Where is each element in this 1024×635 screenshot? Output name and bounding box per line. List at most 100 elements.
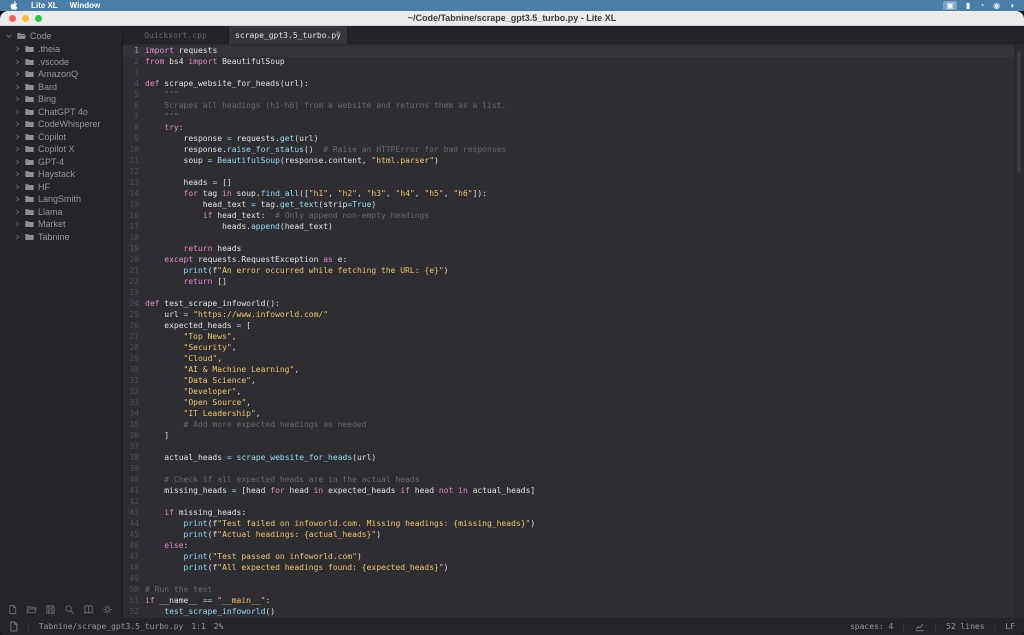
code-line[interactable]: 37: [123, 442, 1014, 453]
code-line[interactable]: 22 return []: [123, 277, 1014, 288]
code-line[interactable]: 4def scrape_website_for_heads(url):: [123, 79, 1014, 90]
tree-item-tabnine[interactable]: Tabnine: [0, 231, 122, 244]
code-line[interactable]: 45 print(f"Actual headings: {actual_head…: [123, 530, 1014, 541]
code-line[interactable]: 30 "AI & Machine Learning",: [123, 365, 1014, 376]
code-line[interactable]: 38 actual_heads = scrape_website_for_hea…: [123, 453, 1014, 464]
code-line[interactable]: 39: [123, 464, 1014, 475]
line-number: 32: [123, 387, 139, 398]
code-line[interactable]: 9 response = requests.get(url): [123, 134, 1014, 145]
clock-icon[interactable]: ◔: [979, 1, 984, 10]
tree-item-root[interactable]: Code: [0, 29, 122, 43]
close-button[interactable]: [9, 15, 16, 22]
tree-item-copilot[interactable]: Copilot: [0, 131, 122, 144]
code-line[interactable]: 41 missing_heads = [head for head in exp…: [123, 486, 1014, 497]
search-icon[interactable]: [64, 604, 75, 615]
new-file-icon[interactable]: [7, 604, 18, 615]
tree-item-haystack[interactable]: Haystack: [0, 168, 122, 181]
code-line[interactable]: 34 "IT Leadership",: [123, 409, 1014, 420]
control-center-icon[interactable]: ◑: [1009, 1, 1014, 10]
code-line[interactable]: 1import requests: [123, 46, 1014, 57]
tree-item--vscode[interactable]: .vscode: [0, 56, 122, 69]
code-line[interactable]: 29 "Cloud",: [123, 354, 1014, 365]
statusbar-indent-mode[interactable]: spaces: 4: [850, 622, 893, 631]
siri-icon[interactable]: ◉: [993, 1, 1000, 10]
code-line[interactable]: 26 expected_heads = [: [123, 321, 1014, 332]
tree-item-hf[interactable]: HF: [0, 181, 122, 194]
minimize-button[interactable]: [22, 15, 29, 22]
code-line[interactable]: 3: [123, 68, 1014, 79]
tab-scrape-py[interactable]: scrape_gpt3.5_turbo.py ×: [229, 26, 347, 44]
code-line[interactable]: 19 return heads: [123, 244, 1014, 255]
vertical-scrollbar[interactable]: [1014, 44, 1024, 618]
code-line[interactable]: 40 # Check if all expected heads are in …: [123, 475, 1014, 486]
battery-icon[interactable]: ▮: [966, 1, 970, 10]
code-line[interactable]: 21 print(f"An error occurred while fetch…: [123, 266, 1014, 277]
code-line[interactable]: 12: [123, 167, 1014, 178]
menu-app-name[interactable]: Lite XL: [31, 1, 58, 10]
code-line[interactable]: 28 "Security",: [123, 343, 1014, 354]
code-line[interactable]: 25 url = "https://www.infoworld.com/": [123, 310, 1014, 321]
code-editor[interactable]: 1import requests2from bs4 import Beautif…: [123, 44, 1014, 618]
tree-item-bing[interactable]: Bing: [0, 93, 122, 106]
line-number: 8: [123, 123, 139, 134]
code-line[interactable]: 8 try:: [123, 123, 1014, 134]
graph-icon[interactable]: [914, 622, 925, 632]
open-folder-icon[interactable]: [26, 604, 37, 615]
tree-item-langsmith[interactable]: LangSmith: [0, 193, 122, 206]
zoom-button[interactable]: [35, 15, 42, 22]
code-line[interactable]: 20 except requests.RequestException as e…: [123, 255, 1014, 266]
code-line[interactable]: 10 response.raise_for_status() # Raise a…: [123, 145, 1014, 156]
tab-quicksort[interactable]: Quicksort.cpp: [123, 26, 229, 44]
tree-item-copilot-x[interactable]: Copilot X: [0, 143, 122, 156]
code-line[interactable]: 33 "Open Source",: [123, 398, 1014, 409]
code-line[interactable]: 49: [123, 574, 1014, 585]
code-line[interactable]: 36 ]: [123, 431, 1014, 442]
settings-icon[interactable]: [102, 604, 113, 615]
code-line[interactable]: 17 heads.append(head_text): [123, 222, 1014, 233]
code-line[interactable]: 13 heads = []: [123, 178, 1014, 189]
code-line[interactable]: 44 print(f"Test failed on infoworld.com.…: [123, 519, 1014, 530]
tree-item-chatgpt-4o[interactable]: ChatGPT 4o: [0, 106, 122, 119]
menu-window[interactable]: Window: [70, 1, 101, 10]
tree-item-llama[interactable]: Llama: [0, 206, 122, 219]
code-line[interactable]: 35 # Add more expected headings as neede…: [123, 420, 1014, 431]
code-line[interactable]: 7 """: [123, 112, 1014, 123]
stage-manager-icon[interactable]: ▣: [943, 1, 957, 10]
code-text: print(f"All expected headings found: {ex…: [139, 563, 448, 574]
code-line[interactable]: 52 test_scrape_infoworld(): [123, 607, 1014, 618]
code-line[interactable]: 18: [123, 233, 1014, 244]
code-line[interactable]: 2from bs4 import BeautifulSoup: [123, 57, 1014, 68]
code-line[interactable]: 42: [123, 497, 1014, 508]
book-icon[interactable]: [83, 604, 94, 615]
tree-item-label: LangSmith: [38, 194, 81, 204]
code-line[interactable]: 48 print(f"All expected headings found: …: [123, 563, 1014, 574]
tree-item-codewhisperer[interactable]: CodeWhisperer: [0, 118, 122, 131]
code-line[interactable]: 5 """: [123, 90, 1014, 101]
code-line[interactable]: 11 soup = BeautifulSoup(response.content…: [123, 156, 1014, 167]
tree-item-bard[interactable]: Bard: [0, 81, 122, 94]
tree-item-market[interactable]: Market: [0, 218, 122, 231]
scrollbar-handle[interactable]: [1017, 52, 1021, 172]
code-line[interactable]: 16 if head_text: # Only append non-empty…: [123, 211, 1014, 222]
code-line[interactable]: 6 Scrapes all headings (h1-h6) from a we…: [123, 101, 1014, 112]
code-line[interactable]: 23: [123, 288, 1014, 299]
code-line[interactable]: 43 if missing_heads:: [123, 508, 1014, 519]
tree-item-gpt-4[interactable]: GPT-4: [0, 156, 122, 169]
window-title-bar[interactable]: ~/Code/Tabnine/scrape_gpt3.5_turbo.py - …: [0, 11, 1024, 26]
code-line[interactable]: 15 head_text = tag.get_text(strip=True): [123, 200, 1014, 211]
code-line[interactable]: 50# Run the test: [123, 585, 1014, 596]
apple-icon[interactable]: [10, 1, 19, 10]
code-line[interactable]: 31 "Data Science",: [123, 376, 1014, 387]
save-icon[interactable]: [45, 604, 56, 615]
close-icon[interactable]: ×: [336, 30, 341, 39]
tree-item-amazonq[interactable]: AmazonQ: [0, 68, 122, 81]
code-line[interactable]: 14 for tag in soup.find_all(["h1", "h2",…: [123, 189, 1014, 200]
code-line[interactable]: 51if __name__ == "__main__":: [123, 596, 1014, 607]
code-line[interactable]: 24def test_scrape_infoworld():: [123, 299, 1014, 310]
tree-item--theia[interactable]: .theia: [0, 43, 122, 56]
code-line[interactable]: 32 "Developer",: [123, 387, 1014, 398]
code-line[interactable]: 47 print("Test passed on infoworld.com"): [123, 552, 1014, 563]
code-line[interactable]: 27 "Top News",: [123, 332, 1014, 343]
code-line[interactable]: 46 else:: [123, 541, 1014, 552]
statusbar-eol-mode[interactable]: LF: [1005, 622, 1015, 631]
